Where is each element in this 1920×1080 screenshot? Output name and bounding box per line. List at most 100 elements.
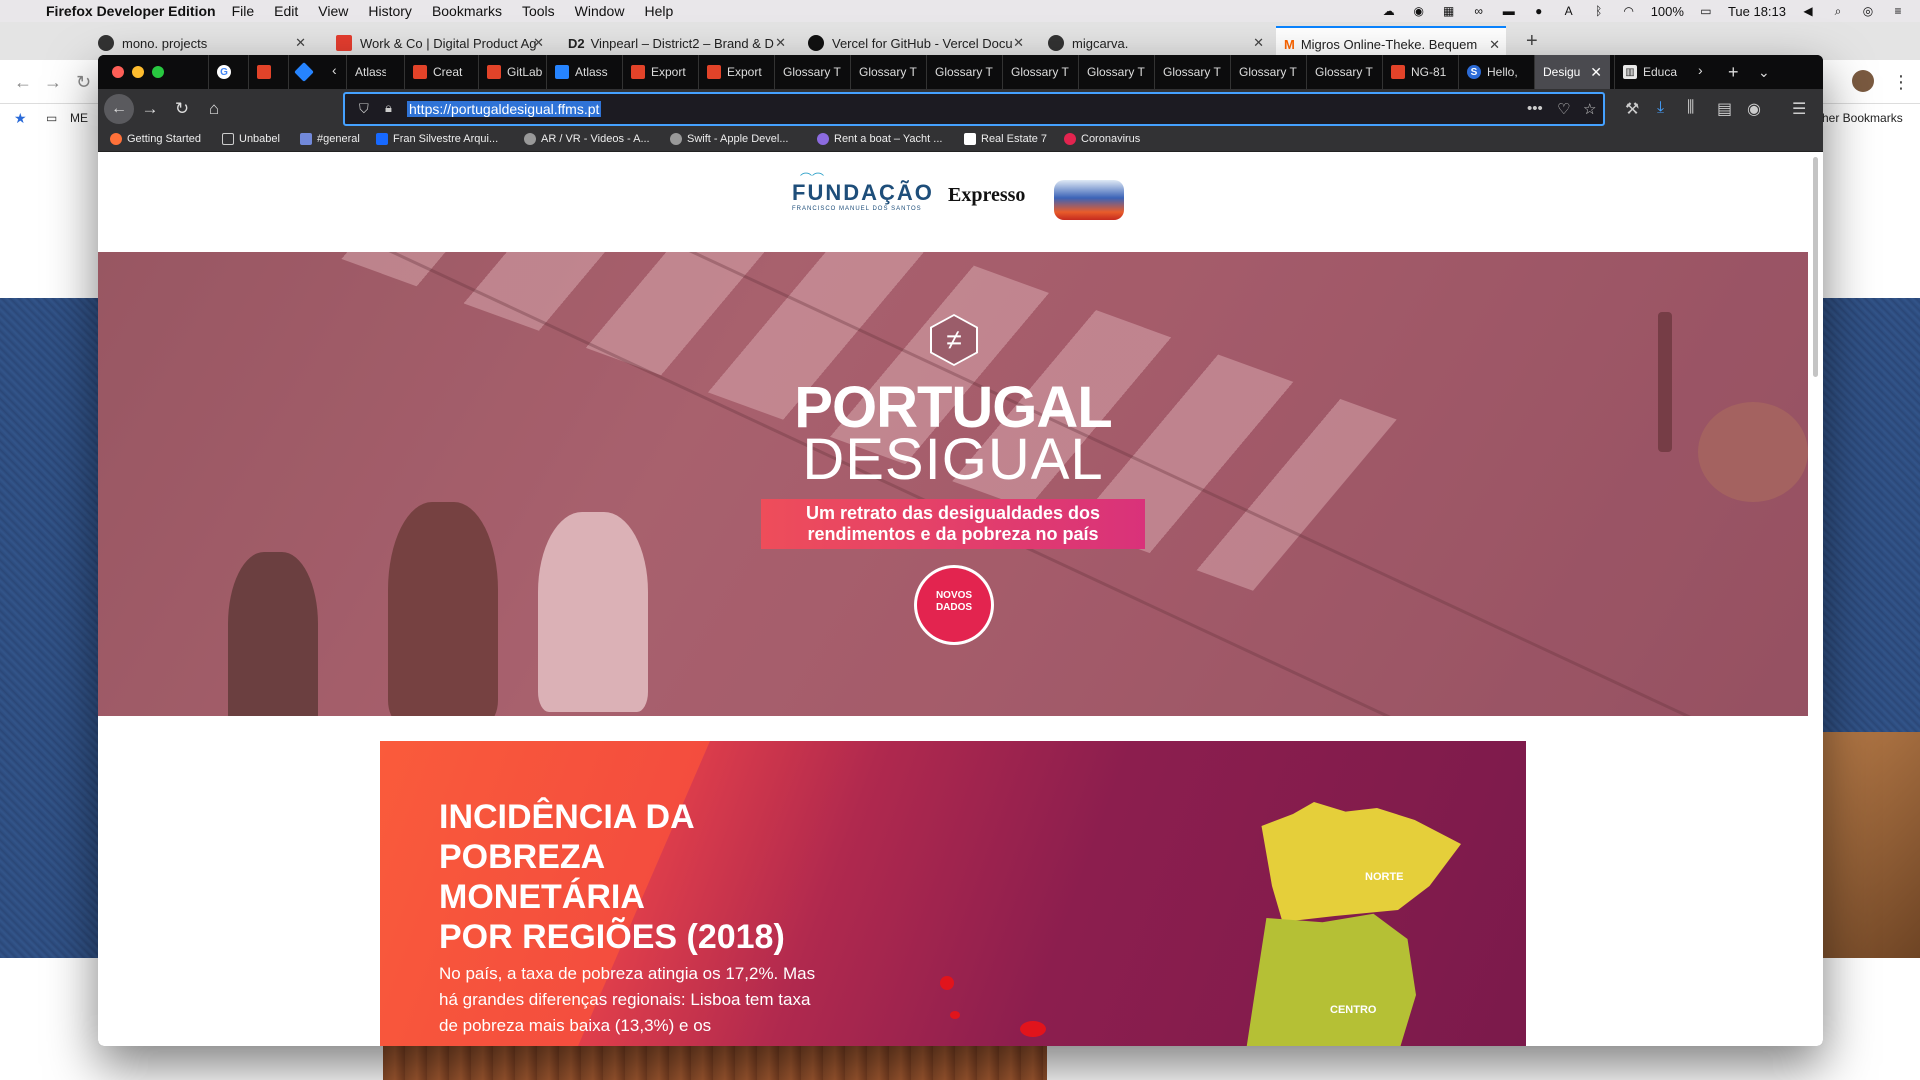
close-icon[interactable]: ✕: [1590, 64, 1602, 81]
onepassword-icon[interactable]: ◉: [1411, 4, 1427, 18]
map-region-norte[interactable]: [1261, 802, 1461, 922]
calendar-icon[interactable]: ▦: [1441, 4, 1457, 18]
battery-icon[interactable]: ▭: [1698, 4, 1714, 18]
app-name-menu[interactable]: Firefox Developer Edition: [46, 3, 216, 19]
tab-atlassian-2[interactable]: Atlass: [546, 55, 616, 89]
lock-icon[interactable]: 🔒︎: [385, 100, 392, 116]
bookmark-star-icon[interactable]: ☆: [1583, 100, 1596, 118]
menu-file[interactable]: File: [232, 3, 255, 19]
new-tab-button[interactable]: +: [1728, 62, 1739, 83]
fundacao-logo[interactable]: ⌒⌒ FUNDAÇÃO FRANCISCO MANUEL DOS SANTOS: [792, 172, 934, 212]
forward-icon[interactable]: →: [138, 97, 162, 121]
menu-help[interactable]: Help: [644, 3, 673, 19]
bookmark-getting-started[interactable]: Getting Started: [110, 133, 201, 145]
menu-window[interactable]: Window: [575, 3, 625, 19]
cloud-icon[interactable]: ☁: [1381, 4, 1397, 18]
bookmark-rent-a-boat[interactable]: Rent a boat – Yacht ...: [817, 133, 942, 145]
minimize-window-button[interactable]: [132, 66, 144, 78]
input-source-icon[interactable]: A: [1561, 4, 1577, 18]
wifi-icon[interactable]: ◠: [1621, 4, 1637, 18]
tab-jira[interactable]: [288, 55, 328, 89]
bookmark-swift[interactable]: Swift - Apple Devel...: [670, 133, 789, 145]
page-actions-icon[interactable]: •••: [1527, 100, 1543, 117]
tab-glossary-1[interactable]: Glossary T: [774, 55, 844, 89]
bookmark-fran-silvestre[interactable]: Fran Silvestre Arqui...: [376, 133, 498, 145]
forward-icon[interactable]: →: [44, 72, 62, 93]
tab-export-2[interactable]: Export: [698, 55, 770, 89]
tab-glossary-2[interactable]: Glossary T: [850, 55, 920, 89]
pocket-icon[interactable]: ♡: [1557, 100, 1570, 118]
menu-tools[interactable]: Tools: [522, 3, 555, 19]
developer-tools-wrench-icon[interactable]: ⚒: [1625, 99, 1639, 119]
close-icon[interactable]: ✕: [1489, 37, 1500, 53]
tab-export-1[interactable]: Export: [622, 55, 694, 89]
volume-icon[interactable]: ◀: [1800, 4, 1816, 18]
library-icon[interactable]: ⫼: [1687, 99, 1694, 117]
url-bar[interactable]: ⛉ 🔒︎ https://portugaldesigual.ffms.pt ••…: [343, 92, 1605, 126]
page-scrollbar[interactable]: [1808, 152, 1823, 1046]
tab-glossary-8[interactable]: Glossary T: [1306, 55, 1376, 89]
back-icon[interactable]: ←: [14, 72, 32, 93]
tab-google[interactable]: G: [208, 55, 248, 89]
tab-glossary-4[interactable]: Glossary T: [1002, 55, 1072, 89]
bookmark-real-estate[interactable]: Real Estate 7: [964, 133, 1047, 145]
bookmark-general[interactable]: #general: [300, 133, 360, 145]
reload-icon[interactable]: ↻: [170, 97, 194, 121]
docker-icon[interactable]: ▬: [1501, 4, 1517, 18]
downloads-icon[interactable]: ⤓: [1657, 99, 1664, 117]
scroll-tabs-left-icon[interactable]: ‹: [332, 62, 337, 78]
tab-hello[interactable]: S Hello,: [1458, 55, 1528, 89]
avatar[interactable]: [1852, 70, 1874, 92]
tab-glossary-6[interactable]: Glossary T: [1154, 55, 1224, 89]
tab-glossary-5[interactable]: Glossary T: [1078, 55, 1148, 89]
clock[interactable]: Tue 18:13: [1728, 4, 1786, 19]
novos-dados-button[interactable]: NOVOS DADOS: [914, 565, 994, 645]
close-icon[interactable]: ✕: [1253, 35, 1264, 51]
menu-view[interactable]: View: [318, 3, 348, 19]
expresso-logo[interactable]: Expresso: [948, 184, 1025, 207]
home-icon[interactable]: ⌂: [202, 97, 226, 121]
close-icon[interactable]: ✕: [295, 35, 306, 51]
bookmark-coronavirus[interactable]: Coronavirus: [1064, 133, 1140, 145]
map-region-centro[interactable]: [1246, 913, 1416, 1046]
notification-center-icon[interactable]: ≡: [1890, 4, 1906, 18]
bookmark-me[interactable]: ME: [70, 111, 88, 125]
account-icon[interactable]: ◉: [1747, 99, 1761, 119]
close-icon[interactable]: ✕: [1013, 35, 1024, 51]
siri-icon[interactable]: ◎: [1860, 4, 1876, 18]
close-icon[interactable]: ✕: [533, 35, 544, 51]
sidebar-icon[interactable]: ▤: [1717, 99, 1732, 119]
glasses-icon[interactable]: ∞: [1471, 4, 1487, 18]
bluetooth-icon[interactable]: ᛒ: [1591, 4, 1607, 18]
new-tab-button[interactable]: +: [1526, 30, 1538, 53]
tab-glossary-3[interactable]: Glossary T: [926, 55, 996, 89]
menu-icon[interactable]: ⋮: [1892, 72, 1910, 93]
tab-create[interactable]: Creat: [404, 55, 474, 89]
tab-gitlab-2[interactable]: GitLab: [478, 55, 542, 89]
bookmark-unbabel[interactable]: Unbabel: [222, 133, 280, 145]
hamburger-menu-icon[interactable]: ☰: [1792, 99, 1806, 119]
url-text[interactable]: https://portugaldesigual.ffms.pt: [407, 101, 602, 117]
scrollbar-thumb[interactable]: [1813, 157, 1818, 377]
bookmark-ar-vr[interactable]: AR / VR - Videos - A...: [524, 133, 650, 145]
scroll-tabs-right-icon[interactable]: ›: [1698, 62, 1703, 78]
seal-logo[interactable]: [1054, 180, 1124, 220]
tracking-protection-shield-icon[interactable]: ⛉: [359, 101, 369, 117]
menu-bookmarks[interactable]: Bookmarks: [432, 3, 502, 19]
star-icon[interactable]: ★: [14, 110, 27, 127]
tab-glossary-7[interactable]: Glossary T: [1230, 55, 1300, 89]
tab-educa[interactable]: ▥ Educa: [1614, 55, 1684, 89]
tab-atlassian-1[interactable]: Atlass: [346, 55, 386, 89]
compass-icon[interactable]: ●: [1531, 4, 1547, 18]
other-bookmarks[interactable]: her Bookmarks: [1822, 111, 1903, 125]
spotlight-search-icon[interactable]: ⌕: [1830, 4, 1846, 18]
close-icon[interactable]: ✕: [775, 35, 786, 51]
back-button[interactable]: ←: [104, 94, 134, 124]
tab-gitlab[interactable]: [248, 55, 288, 89]
menu-history[interactable]: History: [368, 3, 412, 19]
tab-desigual-active[interactable]: Desigu ✕: [1534, 55, 1610, 89]
menu-edit[interactable]: Edit: [274, 3, 298, 19]
list-all-tabs-icon[interactable]: ⌄: [1758, 64, 1770, 81]
tab-ng81[interactable]: NG-81: [1382, 55, 1452, 89]
zoom-window-button[interactable]: [152, 66, 164, 78]
